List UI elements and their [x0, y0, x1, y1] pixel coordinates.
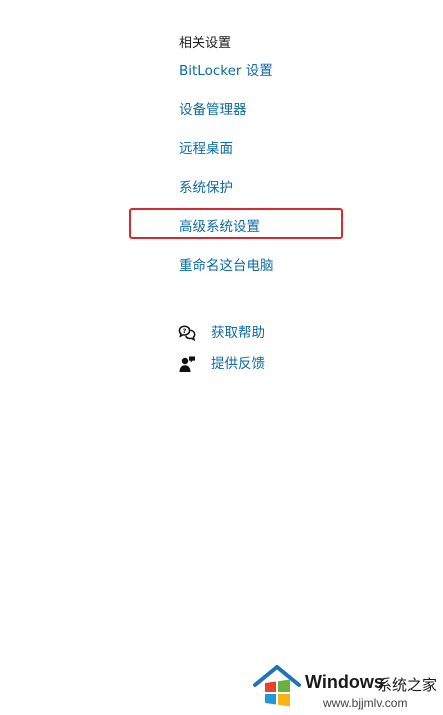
rename-this-pc-link[interactable]: 重命名这台电脑 [179, 256, 274, 276]
feedback-icon [178, 355, 196, 373]
get-help-link[interactable]: ? 获取帮助 [178, 323, 265, 343]
watermark-brand: Windows [305, 672, 384, 692]
windows-house-logo-icon [253, 663, 301, 709]
watermark: Windows 系统之家 www.bjjmlv.com [253, 661, 441, 713]
help-chat-icon: ? [178, 324, 196, 342]
get-help-label: 获取帮助 [211, 325, 265, 341]
watermark-brand-cn: 系统之家 [377, 676, 438, 694]
feedback-link[interactable]: 提供反馈 [178, 354, 265, 374]
feedback-label: 提供反馈 [211, 356, 265, 372]
advanced-system-settings-link[interactable]: 高级系统设置 [179, 217, 260, 237]
remote-desktop-link[interactable]: 远程桌面 [179, 139, 233, 159]
related-settings-title: 相关设置 [179, 36, 232, 51]
system-protection-link[interactable]: 系统保护 [179, 178, 233, 198]
svg-text:?: ? [183, 327, 187, 335]
bitlocker-settings-link[interactable]: BitLocker 设置 [179, 61, 273, 81]
watermark-url: www.bjjmlv.com [323, 696, 408, 710]
device-manager-link[interactable]: 设备管理器 [179, 100, 247, 120]
